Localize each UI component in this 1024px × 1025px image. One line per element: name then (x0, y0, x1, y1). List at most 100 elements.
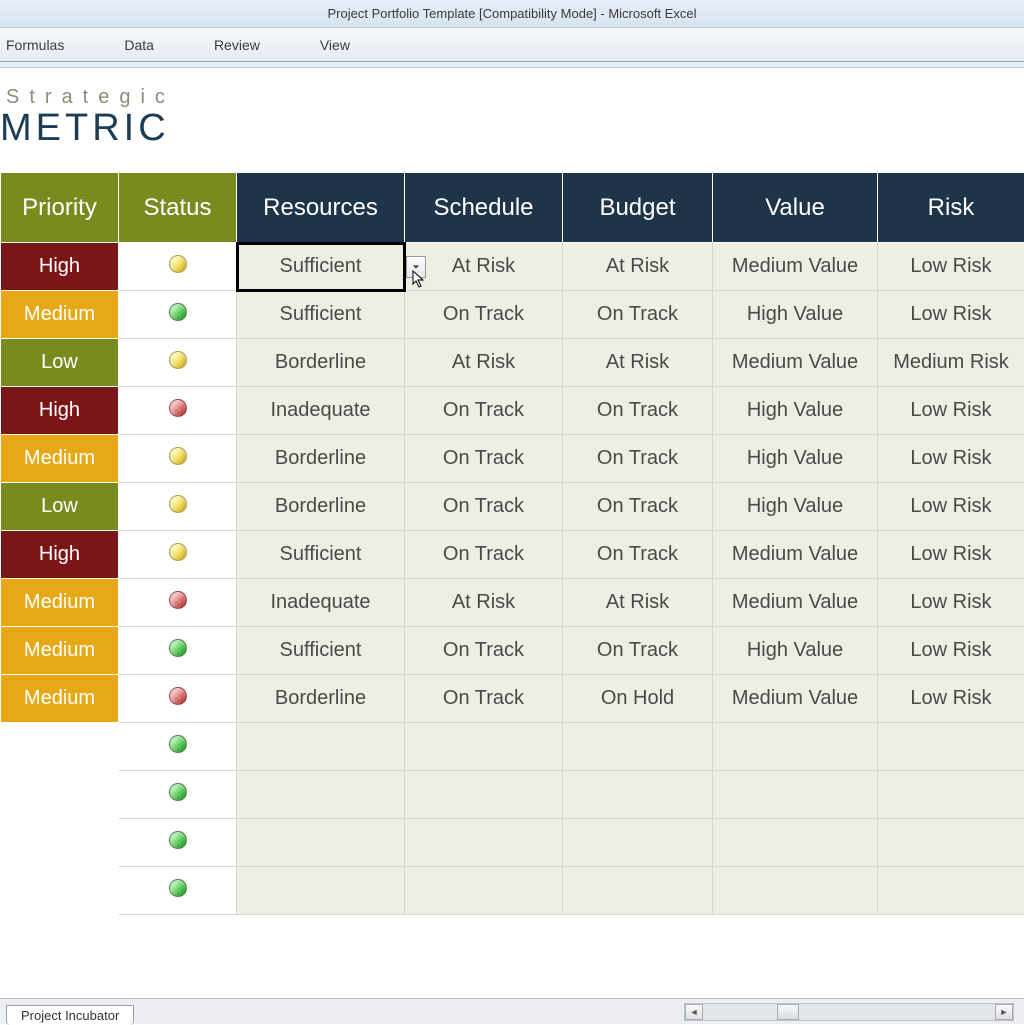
cell-priority[interactable] (1, 723, 119, 771)
cell-budget[interactable]: At Risk (563, 579, 713, 627)
cell-value[interactable] (713, 771, 878, 819)
cell-resources[interactable]: Sufficient (237, 531, 405, 579)
col-header-budget[interactable]: Budget (563, 173, 713, 243)
cell-budget[interactable]: At Risk (563, 243, 713, 291)
cell-priority[interactable]: Medium (1, 435, 119, 483)
cell-budget[interactable]: On Hold (563, 675, 713, 723)
cell-risk[interactable]: Low Risk (878, 627, 1024, 675)
cell-risk[interactable] (878, 819, 1024, 867)
cell-resources[interactable]: Inadequate (237, 387, 405, 435)
scroll-track[interactable] (703, 1004, 995, 1020)
cell-status[interactable] (119, 579, 237, 627)
cell-priority[interactable]: Medium (1, 675, 119, 723)
cell-schedule[interactable] (405, 867, 563, 915)
cell-schedule[interactable]: At Risk (405, 579, 563, 627)
cell-priority[interactable]: Low (1, 339, 119, 387)
cell-value[interactable]: High Value (713, 291, 878, 339)
cell-value[interactable] (713, 819, 878, 867)
cell-value[interactable]: High Value (713, 483, 878, 531)
cell-status[interactable] (119, 387, 237, 435)
cell-priority[interactable]: Medium (1, 627, 119, 675)
cell-schedule[interactable]: On Track (405, 387, 563, 435)
cell-resources[interactable]: Sufficient (237, 627, 405, 675)
cell-value[interactable]: Medium Value (713, 579, 878, 627)
col-header-value[interactable]: Value (713, 173, 878, 243)
cell-status[interactable] (119, 531, 237, 579)
cell-budget[interactable]: At Risk (563, 339, 713, 387)
cell-value[interactable]: High Value (713, 387, 878, 435)
cell-resources[interactable]: Borderline (237, 675, 405, 723)
cell-value[interactable]: Medium Value (713, 339, 878, 387)
cell-status[interactable] (119, 435, 237, 483)
ribbon-tab-data[interactable]: Data (124, 37, 154, 53)
cell-resources[interactable]: Borderline (237, 435, 405, 483)
cell-risk[interactable] (878, 771, 1024, 819)
ribbon-tab-formulas[interactable]: Formulas (6, 37, 64, 53)
cell-priority[interactable]: High (1, 387, 119, 435)
cell-priority[interactable]: High (1, 531, 119, 579)
cell-budget[interactable]: On Track (563, 483, 713, 531)
cell-budget[interactable]: On Track (563, 627, 713, 675)
cell-priority[interactable]: Medium (1, 291, 119, 339)
cell-resources[interactable]: Sufficient (237, 291, 405, 339)
cell-status[interactable] (119, 675, 237, 723)
cell-risk[interactable]: Low Risk (878, 579, 1024, 627)
cell-budget[interactable] (563, 819, 713, 867)
cell-budget[interactable]: On Track (563, 435, 713, 483)
cell-schedule[interactable]: At Risk (405, 339, 563, 387)
cell-priority[interactable]: Medium (1, 579, 119, 627)
cell-risk[interactable] (878, 723, 1024, 771)
cell-status[interactable] (119, 867, 237, 915)
cell-priority[interactable] (1, 867, 119, 915)
cell-value[interactable]: Medium Value (713, 243, 878, 291)
cell-resources[interactable] (237, 867, 405, 915)
cell-budget[interactable]: On Track (563, 387, 713, 435)
cell-schedule[interactable]: On Track (405, 483, 563, 531)
cell-priority[interactable]: High (1, 243, 119, 291)
cell-resources[interactable] (237, 723, 405, 771)
cell-resources[interactable]: Sufficient (237, 243, 405, 291)
cell-budget[interactable] (563, 771, 713, 819)
cell-status[interactable] (119, 723, 237, 771)
cell-dropdown-button[interactable] (406, 256, 426, 278)
col-header-resources[interactable]: Resources (237, 173, 405, 243)
cell-value[interactable]: Medium Value (713, 675, 878, 723)
cell-schedule[interactable]: At Risk (405, 243, 563, 291)
cell-resources[interactable] (237, 771, 405, 819)
cell-value[interactable] (713, 723, 878, 771)
cell-risk[interactable]: Medium Risk (878, 339, 1024, 387)
cell-risk[interactable] (878, 867, 1024, 915)
cell-resources[interactable]: Inadequate (237, 579, 405, 627)
cell-priority[interactable]: Low (1, 483, 119, 531)
scroll-right-icon[interactable]: ► (995, 1004, 1013, 1020)
cell-budget[interactable] (563, 867, 713, 915)
cell-schedule[interactable]: On Track (405, 291, 563, 339)
sheet-tab-active[interactable]: Project Incubator (6, 1005, 134, 1025)
cell-status[interactable] (119, 243, 237, 291)
cell-schedule[interactable] (405, 771, 563, 819)
cell-budget[interactable]: On Track (563, 291, 713, 339)
cell-resources[interactable]: Borderline (237, 483, 405, 531)
horizontal-scrollbar[interactable]: ◄ ► (684, 1003, 1014, 1021)
cell-schedule[interactable]: On Track (405, 435, 563, 483)
cell-risk[interactable]: Low Risk (878, 435, 1024, 483)
ribbon-tab-view[interactable]: View (320, 37, 350, 53)
col-header-risk[interactable]: Risk (878, 173, 1024, 243)
cell-schedule[interactable]: On Track (405, 627, 563, 675)
scroll-left-icon[interactable]: ◄ (685, 1004, 703, 1020)
cell-value[interactable]: Medium Value (713, 531, 878, 579)
cell-priority[interactable] (1, 771, 119, 819)
cell-status[interactable] (119, 339, 237, 387)
cell-status[interactable] (119, 483, 237, 531)
cell-schedule[interactable] (405, 819, 563, 867)
col-header-schedule[interactable]: Schedule (405, 173, 563, 243)
cell-status[interactable] (119, 627, 237, 675)
cell-schedule[interactable]: On Track (405, 531, 563, 579)
cell-budget[interactable] (563, 723, 713, 771)
cell-risk[interactable]: Low Risk (878, 291, 1024, 339)
cell-schedule[interactable]: On Track (405, 675, 563, 723)
cell-priority[interactable] (1, 819, 119, 867)
cell-risk[interactable]: Low Risk (878, 243, 1024, 291)
cell-risk[interactable]: Low Risk (878, 675, 1024, 723)
cell-value[interactable]: High Value (713, 627, 878, 675)
